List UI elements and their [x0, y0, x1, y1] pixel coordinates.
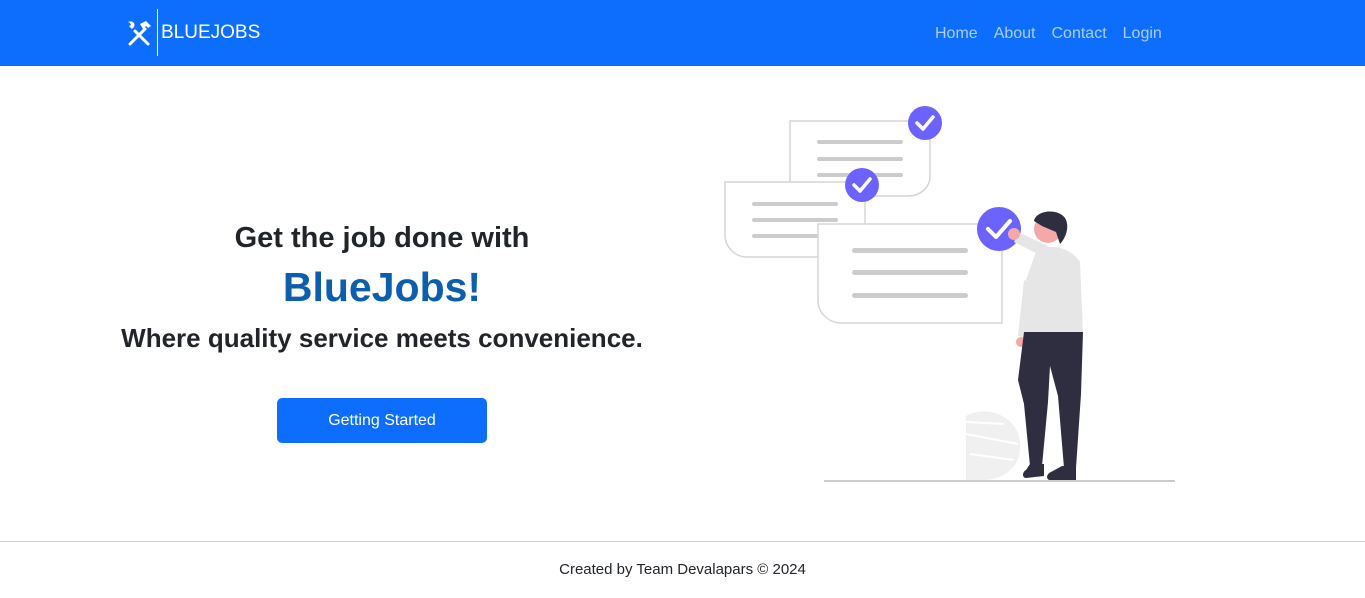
- document-card-3: [817, 207, 1021, 324]
- footer-divider: [0, 541, 1365, 542]
- brand-name: BLUEJOBS: [161, 21, 261, 43]
- nav-link-about[interactable]: About: [994, 24, 1036, 43]
- nav-link-contact[interactable]: Contact: [1052, 24, 1107, 43]
- hero-headline: Get the job done with: [234, 222, 530, 254]
- hero-brand-name: BlueJobs!: [282, 264, 482, 310]
- brand-divider: [157, 9, 158, 56]
- hero-text: Get the job done with BlueJobs! Where qu…: [100, 218, 664, 356]
- hero-illustration: [724, 106, 1175, 482]
- brand-logo[interactable]: BLUEJOBS: [124, 9, 260, 56]
- nav-links: Home About Contact Login: [935, 24, 1162, 43]
- nav-link-login[interactable]: Login: [1123, 24, 1162, 43]
- hammer-wrench-icon: [128, 20, 151, 45]
- nav-link-home[interactable]: Home: [935, 24, 978, 43]
- footer-text: Created by Team Devalapars © 2024: [559, 561, 806, 578]
- hero-tagline: Where quality service meets convenience.: [121, 323, 643, 353]
- leaf-illustration: [965, 411, 1021, 480]
- navbar: BLUEJOBS Home About Contact Login: [0, 0, 1365, 66]
- getting-started-button[interactable]: Getting Started: [277, 398, 487, 443]
